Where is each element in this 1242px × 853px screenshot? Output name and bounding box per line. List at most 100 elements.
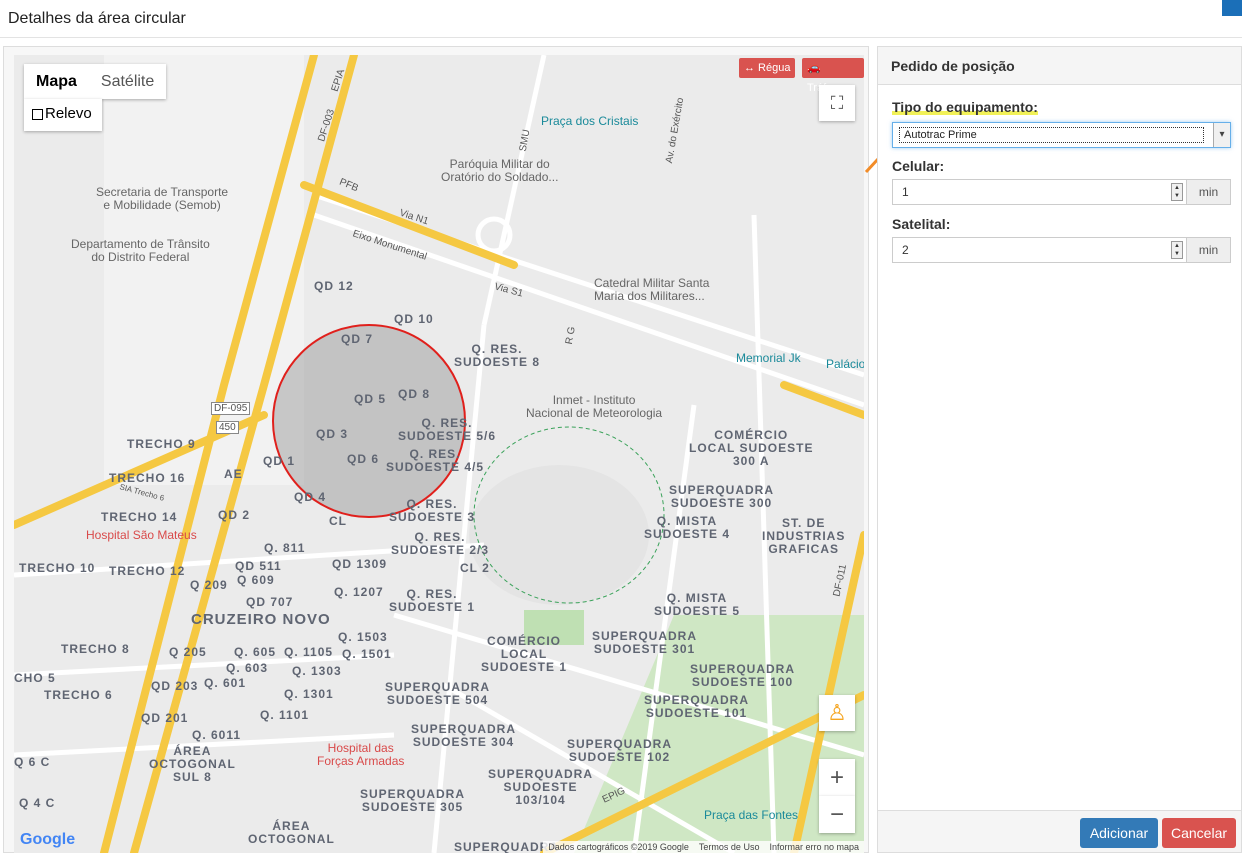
label-qres3: Q. RES. SUDOESTE 3 [389, 497, 476, 524]
label-qd707: QD 707 [246, 595, 294, 609]
label-trecho12: TRECHO 12 [109, 564, 186, 578]
label-qd2: QD 2 [218, 508, 251, 522]
label-qres23: Q. RES. SUDOESTE 2/3 [391, 530, 490, 557]
label-octogonal-sul8: ÁREA OCTOGONAL SUL 8 [149, 744, 236, 784]
celular-input-group: 1 ▲ ▼ min [892, 179, 1231, 205]
celular-input[interactable]: 1 ▲ ▼ [892, 179, 1187, 205]
label-cho5: CHO 5 [14, 671, 56, 685]
satelital-unit: min [1187, 237, 1231, 263]
equipment-type-select[interactable]: Autotrac Prime ▾ [892, 122, 1231, 148]
road-df095: DF-095 [211, 402, 251, 415]
regua-button[interactable]: ↔ Régua [739, 58, 796, 78]
label-q1503: Q. 1503 [338, 630, 388, 644]
poi-palacio[interactable]: Palácio [826, 358, 864, 371]
map-type-control: Mapa Satélite [24, 64, 167, 99]
chevron-down-icon[interactable]: ▾ [1213, 123, 1230, 147]
map-type-satellite-button[interactable]: Satélite [89, 64, 166, 99]
label-qres45: Q. RES. SUDOESTE 4/5 [386, 447, 485, 474]
label-qd1: QD 1 [263, 454, 296, 468]
poi-catedral[interactable]: Catedral Militar Santa Maria dos Militar… [594, 277, 709, 303]
label-mista4: Q. MISTA SUDOESTE 4 [644, 514, 731, 541]
label-sq100: SUPERQUADRA SUDOESTE 100 [690, 662, 796, 689]
poi-praca-fontes[interactable]: Praça das Fontes [704, 809, 798, 822]
terms-link[interactable]: Termos de Uso [699, 841, 760, 853]
label-q1101: Q. 1101 [260, 708, 310, 722]
poi-hospital-forcas-armadas[interactable]: Hospital das Forças Armadas [317, 742, 404, 768]
celular-spinner-icon[interactable]: ▲ ▼ [1171, 183, 1183, 201]
label-trecho8: TRECHO 8 [61, 642, 130, 656]
map-type-map-button[interactable]: Mapa [24, 64, 89, 99]
label-qd201: QD 201 [141, 711, 189, 725]
label-sq101: SUPERQUADRA SUDOESTE 101 [644, 693, 750, 720]
label-comercio1: COMÉRCIO LOCAL SUDOESTE 1 [481, 634, 568, 674]
label-sq103104: SUPERQUADRA SUDOESTE 103/104 [488, 767, 594, 807]
equipment-type-value: Autotrac Prime [899, 127, 1204, 143]
label-q209: Q 209 [190, 578, 228, 592]
label-q6c: Q 6 C [14, 755, 51, 769]
label-q601: Q. 601 [204, 676, 247, 690]
trafego-button[interactable]: 🚗 Tráfego [802, 58, 864, 94]
relevo-toggle[interactable]: Relevo [24, 99, 102, 131]
satelital-input[interactable]: 2 ▲ ▼ [892, 237, 1187, 263]
label-qres56: Q. RES. SUDOESTE 5/6 [398, 416, 497, 443]
street-view-pegman-icon[interactable]: ♙ [819, 695, 855, 731]
label-qd203: QD 203 [151, 679, 199, 693]
satelital-input-group: 2 ▲ ▼ min [892, 237, 1231, 263]
label-q6011: Q. 6011 [192, 728, 242, 742]
label-qd12: QD 12 [314, 279, 354, 293]
zoom-in-button[interactable]: + [819, 759, 855, 796]
map-canvas[interactable]: Mapa Satélite Relevo ↔ Régua 🚗 Tráfego ⛶… [14, 55, 864, 853]
label-qd8: QD 8 [398, 387, 431, 401]
label-q4c: Q 4 C [19, 796, 56, 810]
label-cl2: CL 2 [460, 561, 490, 575]
add-button[interactable]: Adicionar [1080, 818, 1158, 848]
relevo-label: Relevo [45, 105, 92, 122]
label-qd7: QD 7 [341, 332, 374, 346]
zoom-out-button[interactable]: − [819, 796, 855, 833]
label-sq305: SUPERQUADRA SUDOESTE 305 [360, 787, 466, 814]
label-st-graficas: ST. DE INDUSTRIAS GRAFICAS [762, 516, 846, 556]
label-sq504: SUPERQUADRA SUDOESTE 504 [385, 680, 491, 707]
label-trecho14: TRECHO 14 [101, 510, 178, 524]
position-request-panel: Pedido de posição Tipo do equipamento: A… [877, 46, 1242, 853]
label-q1501: Q. 1501 [342, 647, 392, 661]
satelital-label: Satelital: [892, 216, 951, 232]
cancel-button[interactable]: Cancelar [1162, 818, 1236, 848]
map-panel: Mapa Satélite Relevo ↔ Régua 🚗 Tráfego ⛶… [3, 46, 869, 853]
poi-secretaria[interactable]: Secretaria de Transporte e Mobilidade (S… [96, 186, 228, 212]
report-error-link[interactable]: Informar erro no mapa [769, 841, 859, 853]
label-qres8: Q. RES. SUDOESTE 8 [454, 342, 541, 369]
poi-paroquia[interactable]: Paróquia Militar do Oratório do Soldado.… [441, 158, 558, 184]
label-q1301: Q. 1301 [284, 687, 334, 701]
poi-memorial-jk[interactable]: Memorial Jk [736, 352, 801, 365]
label-qd6: QD 6 [347, 452, 380, 466]
poi-inmet[interactable]: Inmet - Instituto Nacional de Meteorolog… [526, 394, 662, 420]
label-cl: CL [329, 514, 347, 528]
label-qd1309: QD 1309 [332, 557, 388, 571]
label-sq304: SUPERQUADRA SUDOESTE 304 [411, 722, 517, 749]
label-q605: Q. 605 [234, 645, 277, 659]
panel-footer: Adicionar Cancelar [878, 810, 1241, 852]
label-sq102: SUPERQUADRA SUDOESTE 102 [567, 737, 673, 764]
label-octogonal: ÁREA OCTOGONAL [248, 819, 335, 846]
map-footer: Dados cartográficos ©2019 Google Termos … [543, 841, 864, 853]
relevo-checkbox[interactable] [32, 109, 43, 120]
label-trecho10: TRECHO 10 [19, 561, 96, 575]
satelital-spinner-icon[interactable]: ▲ ▼ [1171, 241, 1183, 259]
poi-hospital-sao-mateus[interactable]: Hospital São Mateus [86, 529, 197, 542]
poi-praca-cristais[interactable]: Praça dos Cristais [541, 115, 638, 128]
window-titlebar: Detalhes da área circular [0, 0, 1242, 38]
label-sq301: SUPERQUADRA SUDOESTE 301 [592, 629, 698, 656]
label-qd5: QD 5 [354, 392, 387, 406]
label-q1207: Q. 1207 [334, 585, 384, 599]
label-qd3: QD 3 [316, 427, 349, 441]
poi-detran[interactable]: Departamento de Trânsito do Distrito Fed… [71, 238, 210, 264]
label-mista5: Q. MISTA SUDOESTE 5 [654, 591, 741, 618]
road-450: 450 [216, 421, 239, 434]
panel-title: Pedido de posição [878, 47, 1241, 85]
label-trecho6: TRECHO 6 [44, 688, 113, 702]
label-q1303: Q. 1303 [292, 664, 342, 678]
label-comercio-300a: COMÉRCIO LOCAL SUDOESTE 300 A [689, 428, 814, 468]
label-qd10: QD 10 [394, 312, 434, 326]
fullscreen-icon[interactable]: ⛶ [819, 85, 855, 121]
